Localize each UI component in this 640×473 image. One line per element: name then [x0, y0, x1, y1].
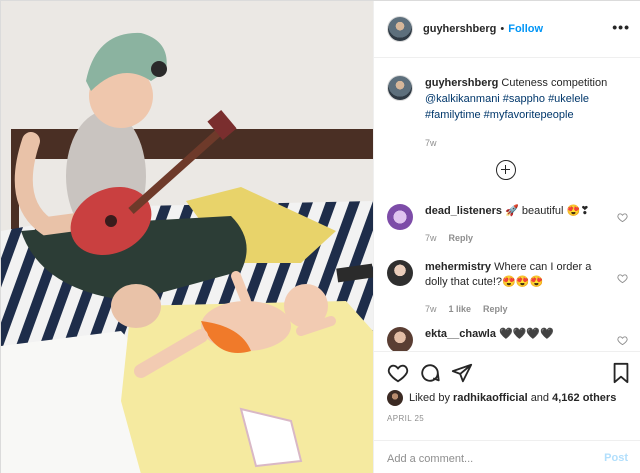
comment-item: dead_listeners 🚀 beautiful 😍❣ 7w Reply	[387, 204, 632, 246]
likes-summary: Liked by radhikaofficial and 4,162 other…	[387, 390, 616, 406]
author-avatar[interactable]	[387, 16, 413, 42]
liked-by-user[interactable]: radhikaofficial	[453, 392, 528, 404]
caption-age: 7w	[425, 138, 437, 148]
post-photo[interactable]	[1, 1, 373, 473]
comment-likes-count[interactable]: 1 like	[449, 302, 472, 317]
comment-body: dead_listeners 🚀 beautiful 😍❣ 7w Reply	[425, 204, 605, 246]
follow-button[interactable]: Follow	[508, 23, 543, 35]
comment-username[interactable]: dead_listeners	[425, 205, 502, 217]
comment-username[interactable]: ekta__chawla	[425, 328, 496, 340]
load-more-comments-plus-circle-icon[interactable]	[496, 160, 516, 180]
comment-age: 7w	[425, 304, 437, 314]
comment-like-heart-icon[interactable]	[617, 212, 628, 223]
add-comment-bar: Post	[374, 440, 640, 473]
likes-count[interactable]: 4,162 others	[552, 392, 616, 404]
caption-body: guyhershberg Cuteness competition @kalki…	[425, 75, 630, 151]
comment-item: ekta__chawla 🖤🖤🖤🖤	[387, 327, 632, 351]
comment-meta: 7w 1 like Reply	[425, 302, 605, 317]
add-comment-input[interactable]	[387, 450, 587, 467]
heart-icon[interactable]	[387, 362, 409, 384]
share-icon[interactable]	[451, 362, 473, 384]
more-options-icon[interactable]: •••	[612, 20, 630, 34]
comments-list[interactable]: guyhershberg Cuteness competition @kalki…	[374, 59, 640, 351]
comment-body: mehermistry Where can I order a dolly th…	[425, 260, 605, 317]
comment-like-heart-icon[interactable]	[617, 335, 628, 346]
post-comment-button[interactable]: Post	[604, 452, 628, 464]
photo-illustration	[1, 1, 373, 473]
caption-avatar[interactable]	[387, 75, 413, 101]
comment-reply-button[interactable]: Reply	[483, 302, 508, 317]
instagram-post-modal: guyhershberg • Follow ••• guyhershberg C…	[0, 0, 640, 473]
comment-reply-button[interactable]: Reply	[449, 231, 474, 246]
post-header: guyhershberg • Follow •••	[374, 1, 640, 58]
liked-by-and: and	[530, 392, 550, 404]
comment-username[interactable]: mehermistry	[425, 261, 491, 273]
comment-avatar[interactable]	[387, 260, 413, 286]
post-date[interactable]: APRIL 25	[387, 414, 424, 423]
bookmark-icon[interactable]	[610, 362, 632, 384]
comment-item: mehermistry Where can I order a dolly th…	[387, 260, 632, 317]
caption-tags[interactable]: @kalkikanmani #sappho #ukelele #familyti…	[425, 93, 589, 121]
post-actions: Liked by radhikaofficial and 4,162 other…	[374, 351, 640, 473]
comment-age: 7w	[425, 233, 437, 243]
caption-username[interactable]: guyhershberg	[425, 77, 498, 89]
comment-meta: 7w Reply	[425, 231, 605, 246]
comment-text: 🖤🖤🖤🖤	[499, 328, 554, 340]
comment-body: ekta__chawla 🖤🖤🖤🖤	[425, 327, 605, 351]
post-side-panel: guyhershberg • Follow ••• guyhershberg C…	[373, 1, 640, 473]
comment-avatar[interactable]	[387, 204, 413, 230]
action-icons-row	[387, 362, 632, 386]
post-caption: guyhershberg Cuteness competition @kalki…	[387, 75, 632, 151]
header-separator: •	[500, 23, 505, 35]
comment-text: 🚀 beautiful 😍❣	[505, 205, 590, 217]
comment-like-heart-icon[interactable]	[617, 273, 628, 284]
liked-by-prefix: Liked by	[409, 392, 450, 404]
caption-text: Cuteness competition	[501, 77, 608, 89]
author-username[interactable]: guyhershberg	[423, 23, 496, 35]
caption-meta: 7w	[425, 135, 630, 151]
liked-by-avatar[interactable]	[387, 390, 403, 406]
comment-icon[interactable]	[419, 362, 441, 384]
comment-avatar[interactable]	[387, 327, 413, 351]
